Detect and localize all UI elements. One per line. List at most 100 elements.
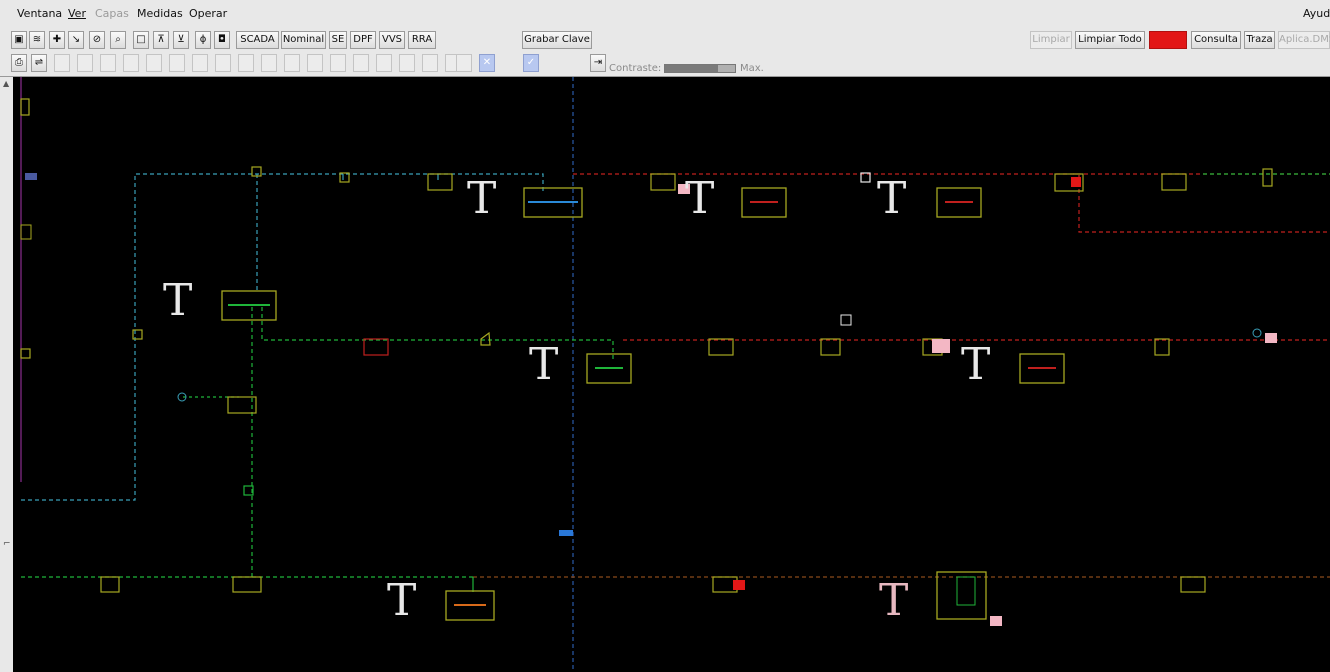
tap-marker (1071, 177, 1081, 187)
limpiar-todo-button[interactable]: Limpiar Todo (1075, 31, 1145, 49)
transformer-glyph: T (529, 339, 558, 390)
scroll-marker-icon: ⌐ (3, 539, 11, 549)
switch-box (427, 173, 453, 191)
scroll-up-icon[interactable]: ▲ (3, 79, 9, 88)
menu-operar[interactable]: Operar (189, 7, 227, 20)
search-icon[interactable]: ⌕ (110, 31, 126, 49)
feeder-lines (20, 77, 1330, 672)
vvs-button[interactable]: VVS (379, 31, 405, 49)
switch-box (1154, 338, 1170, 356)
disabled-tool-1-icon[interactable] (54, 54, 70, 72)
contraste-slider[interactable] (664, 64, 736, 73)
substation-frame (936, 571, 987, 620)
single-line-diagram-canvas[interactable]: T T T T T T T T (13, 77, 1330, 672)
disabled-tool-19-icon[interactable] (456, 54, 472, 72)
aplica-dms-button[interactable]: Aplica.DMS (1278, 31, 1330, 49)
menu-medidas[interactable]: Medidas (137, 7, 183, 20)
diagram-svg: T T T T T T T T (20, 77, 1330, 672)
close-x-icon[interactable]: ✕ (479, 54, 495, 72)
menu-bar: Ventana Ver Capas Medidas Operar Ayuda (0, 0, 1330, 29)
switch-box (1161, 173, 1187, 191)
disabled-tool-5-icon[interactable] (146, 54, 162, 72)
disabled-tool-12-icon[interactable] (307, 54, 323, 72)
menu-ayuda[interactable]: Ayuda (1303, 7, 1330, 20)
scada-button[interactable]: SCADA (236, 31, 279, 49)
limpiar-button[interactable]: Limpiar (1030, 31, 1072, 49)
switch-box (1180, 576, 1206, 593)
disabled-tool-13-icon[interactable] (330, 54, 346, 72)
disabled-tool-10-icon[interactable] (261, 54, 277, 72)
switch-boxes (20, 98, 1273, 593)
switch-box (820, 338, 841, 356)
grabar-clave-button[interactable]: Grabar Clave (522, 31, 592, 49)
disabled-tool-14-icon[interactable] (353, 54, 369, 72)
switch-box (20, 348, 31, 359)
switch-box (100, 576, 120, 593)
check-icon[interactable]: ✓ (523, 54, 539, 72)
feeder-cyan-main (21, 173, 544, 501)
select-arrow-icon[interactable]: ↘ (68, 31, 84, 49)
disabled-tool-3-icon[interactable] (100, 54, 116, 72)
switch-box (232, 576, 262, 593)
switch-box (20, 98, 30, 116)
disabled-tool-8-icon[interactable] (215, 54, 231, 72)
alarm-button[interactable] (1149, 31, 1187, 49)
disabled-tool-15-icon[interactable] (376, 54, 392, 72)
zoom-region-icon[interactable]: ⊘ (89, 31, 105, 49)
disabled-tool-4-icon[interactable] (123, 54, 139, 72)
transformer-glyph: T (467, 173, 496, 224)
switch-box (650, 173, 676, 191)
tap-marker (25, 173, 37, 180)
transformer-glyphs: T T T T T T T T (163, 173, 990, 626)
tap-marker (932, 339, 950, 353)
disabled-tool-6-icon[interactable] (169, 54, 185, 72)
meter-node (840, 314, 852, 326)
vertical-scroll-gutter[interactable]: ▲ ⌐ (0, 77, 14, 672)
tap-marker (559, 530, 573, 536)
disabled-tool-9-icon[interactable] (238, 54, 254, 72)
zoom-fit-icon[interactable]: ▣ (11, 31, 27, 49)
tap-markers (20, 173, 1277, 626)
move-up-icon[interactable]: ⊼ (153, 31, 169, 49)
disabled-tool-11-icon[interactable] (284, 54, 300, 72)
pan-icon[interactable]: ✚ (49, 31, 65, 49)
menu-capas[interactable]: Capas (95, 7, 129, 20)
switch-box (708, 338, 734, 356)
switch-box (1262, 168, 1273, 187)
move-down-icon[interactable]: ⊻ (173, 31, 189, 49)
toolbar: ▣ ≋ ✚ ↘ ⊘ ⌕ □ ⊼ ⊻ ϕ ◘ SCADA Nominal SE D… (0, 28, 1330, 77)
disabled-tool-16-icon[interactable] (399, 54, 415, 72)
breaker-icon[interactable]: ◘ (214, 31, 230, 49)
dpf-button[interactable]: DPF (350, 31, 376, 49)
transfer-node (956, 576, 976, 606)
contraste-max-label: Max. (740, 63, 764, 74)
layers-icon[interactable]: ≋ (29, 31, 45, 49)
exit-icon[interactable]: ⇥ (590, 54, 606, 72)
disabled-tool-2-icon[interactable] (77, 54, 93, 72)
contraste-label: Contraste: (609, 63, 662, 74)
bus-bars (228, 201, 1056, 606)
feeder-green-mid (261, 307, 614, 359)
swap-icon[interactable]: ⇌ (31, 54, 47, 72)
consulta-button[interactable]: Consulta (1191, 31, 1241, 49)
switch-box (363, 338, 389, 356)
print-icon[interactable]: ⎙ (11, 54, 27, 72)
disabled-tool-7-icon[interactable] (192, 54, 208, 72)
switch-box (480, 331, 491, 346)
feeder-red-branch (1073, 173, 1330, 233)
source-node (1252, 328, 1262, 338)
phi-icon[interactable]: ϕ (195, 31, 211, 49)
frame-icon[interactable]: □ (133, 31, 149, 49)
menu-ver[interactable]: Ver (68, 7, 86, 20)
switch-box (20, 224, 32, 240)
disabled-tool-17-icon[interactable] (422, 54, 438, 72)
menu-ventana[interactable]: Ventana (17, 7, 62, 20)
nominal-button[interactable]: Nominal (281, 31, 326, 49)
switch-box (132, 329, 143, 340)
traza-button[interactable]: Traza (1244, 31, 1275, 49)
tap-marker (990, 616, 1002, 626)
rra-button[interactable]: RRA (408, 31, 436, 49)
tap-marker (1265, 333, 1277, 343)
se-button[interactable]: SE (329, 31, 347, 49)
menu-ver-label: Ver (68, 7, 86, 20)
